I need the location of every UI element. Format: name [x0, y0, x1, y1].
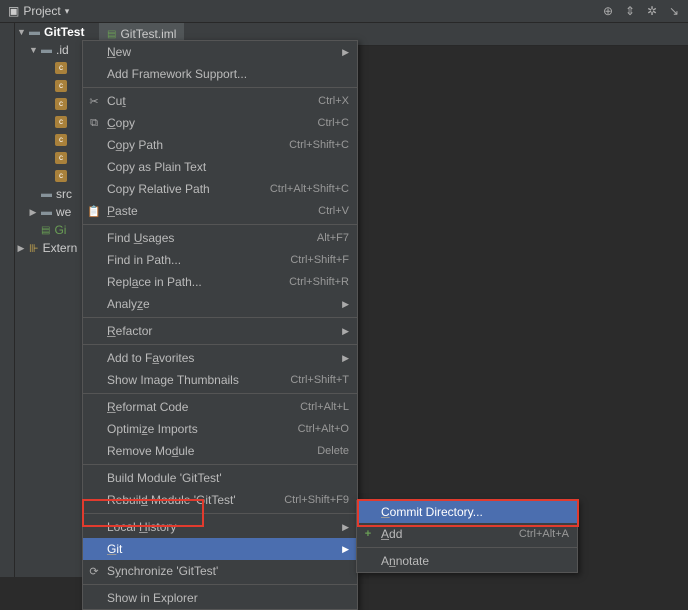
- cut-icon: ✂: [83, 95, 105, 108]
- menu-show-explorer[interactable]: Show in Explorer: [83, 587, 357, 609]
- project-panel-header: ▣ Project ▾ ⊕ ⇕ ✲ ↘: [0, 0, 688, 23]
- menu-refactor[interactable]: Refactor▶: [83, 320, 357, 342]
- menu-local-history[interactable]: Local History▶: [83, 516, 357, 538]
- java-file-icon: c: [55, 62, 67, 74]
- menu-analyze[interactable]: Analyze▶: [83, 293, 357, 315]
- menu-copy-relative[interactable]: Copy Relative PathCtrl+Alt+Shift+C: [83, 178, 357, 200]
- hide-icon[interactable]: ↘: [664, 1, 684, 21]
- plus-icon: +: [357, 528, 379, 540]
- tree-root[interactable]: GitTest: [44, 25, 84, 39]
- tab-label: GitTest.iml: [120, 27, 176, 41]
- menu-add-favorites[interactable]: Add to Favorites▶: [83, 347, 357, 369]
- submenu-annotate[interactable]: Annotate: [357, 550, 577, 572]
- menu-find-usages[interactable]: Find UsagesAlt+F7: [83, 227, 357, 249]
- tree-iml[interactable]: Gi: [54, 223, 66, 237]
- copy-icon: ⧉: [83, 117, 105, 130]
- menu-reformat[interactable]: Reformat CodeCtrl+Alt+L: [83, 396, 357, 418]
- menu-synchronize[interactable]: ⟳Synchronize 'GitTest': [83, 560, 357, 582]
- submenu-commit-directory[interactable]: Commit Directory...: [357, 501, 577, 523]
- menu-cut[interactable]: ✂CutCtrl+X: [83, 90, 357, 112]
- git-submenu: Commit Directory... +AddCtrl+Alt+A Annot…: [356, 500, 578, 573]
- menu-git[interactable]: Git▶: [83, 538, 357, 560]
- tree-extern[interactable]: Extern: [43, 241, 78, 255]
- iml-file-icon: ▤: [41, 225, 50, 236]
- panel-title-text: Project: [23, 4, 60, 18]
- paste-icon: 📋: [83, 205, 105, 218]
- chevron-down-icon: ▾: [65, 6, 70, 17]
- menu-rebuild-module[interactable]: Rebuild Module 'GitTest'Ctrl+Shift+F9: [83, 489, 357, 511]
- java-file-icon: c: [55, 170, 67, 182]
- tool-window-bar: [0, 23, 15, 577]
- library-icon: ⊪: [29, 242, 39, 255]
- panel-title[interactable]: ▣ Project ▾: [0, 4, 77, 18]
- folder-icon: ▬: [41, 206, 52, 218]
- java-file-icon: c: [55, 152, 67, 164]
- menu-build-module[interactable]: Build Module 'GitTest': [83, 467, 357, 489]
- folder-icon: ▬: [41, 188, 52, 200]
- menu-remove-module[interactable]: Remove ModuleDelete: [83, 440, 357, 462]
- folder-icon: ▬: [41, 44, 52, 56]
- menu-copy[interactable]: ⧉CopyCtrl+C: [83, 112, 357, 134]
- menu-add-framework[interactable]: Add Framework Support...: [83, 63, 357, 85]
- target-icon[interactable]: ⊕: [598, 1, 618, 21]
- collapse-icon[interactable]: ⇕: [620, 1, 640, 21]
- tree-web[interactable]: we: [56, 205, 71, 219]
- tree-src[interactable]: src: [56, 187, 72, 201]
- java-file-icon: c: [55, 98, 67, 110]
- gear-icon[interactable]: ✲: [642, 1, 662, 21]
- menu-show-thumbnails[interactable]: Show Image ThumbnailsCtrl+Shift+T: [83, 369, 357, 391]
- file-icon: ▤: [107, 29, 116, 40]
- context-menu: New▶ Add Framework Support... ✂CutCtrl+X…: [82, 40, 358, 610]
- menu-optimize-imports[interactable]: Optimize ImportsCtrl+Alt+O: [83, 418, 357, 440]
- menu-new[interactable]: New▶: [83, 41, 357, 63]
- java-file-icon: c: [55, 80, 67, 92]
- menu-copy-plain[interactable]: Copy as Plain Text: [83, 156, 357, 178]
- menu-paste[interactable]: 📋PasteCtrl+V: [83, 200, 357, 222]
- java-file-icon: c: [55, 134, 67, 146]
- folder-icon: ▣: [8, 4, 19, 18]
- menu-find-in-path[interactable]: Find in Path...Ctrl+Shift+F: [83, 249, 357, 271]
- menu-copy-path[interactable]: Copy PathCtrl+Shift+C: [83, 134, 357, 156]
- tree-idea[interactable]: .id: [56, 43, 69, 57]
- java-file-icon: c: [55, 116, 67, 128]
- submenu-add[interactable]: +AddCtrl+Alt+A: [357, 523, 577, 545]
- module-icon: ▬: [29, 26, 40, 38]
- menu-replace-in-path[interactable]: Replace in Path...Ctrl+Shift+R: [83, 271, 357, 293]
